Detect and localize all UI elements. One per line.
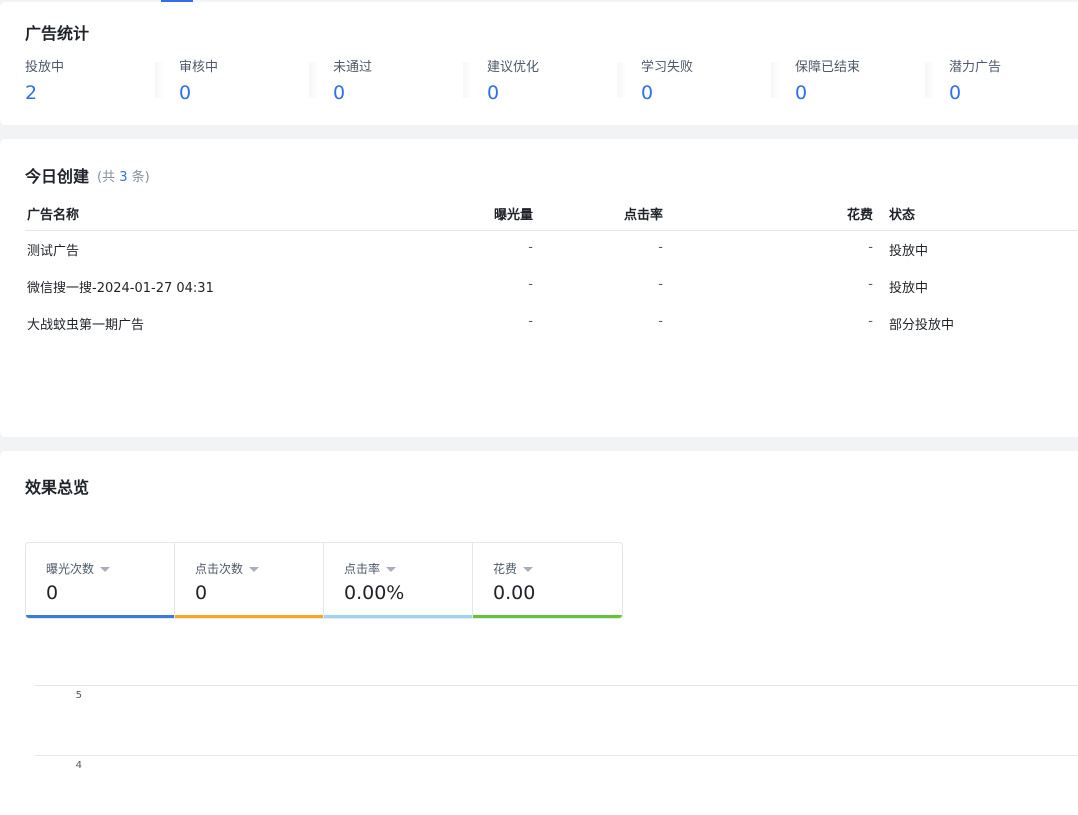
stat-label: 审核中: [179, 60, 219, 75]
table-header: 广告名称 曝光量 点击率 花费 状态: [25, 196, 1078, 231]
stat-label: 学习失败: [641, 60, 694, 75]
today-created-title: 今日创建: [25, 167, 90, 186]
column-header-impressions[interactable]: 曝光量: [465, 204, 533, 223]
caret-down-icon[interactable]: [523, 567, 534, 572]
stat-label: 未通过: [333, 60, 373, 75]
metric-value: 0: [46, 582, 59, 604]
y-tick-label: 4: [75, 760, 82, 771]
cell-status: 投放中: [889, 244, 929, 259]
ad-stats-card: 广告统计 投放中 2 审核中 0 未通过 0 建议优化 0 学习失败 0 保障已…: [0, 2, 1078, 125]
stat-label: 潜力广告: [949, 60, 1002, 75]
metric-value: 0: [195, 582, 208, 604]
stat-value: 0: [949, 82, 962, 104]
column-header-status: 状态: [889, 208, 916, 223]
cell-name[interactable]: 微信搜一搜-2024-01-27 04:31: [27, 277, 214, 296]
metric-value: 0.00: [493, 582, 536, 604]
metric-cost[interactable]: 花费 0.00: [473, 543, 622, 618]
caret-down-icon[interactable]: [249, 567, 260, 572]
metric-color-bar: [473, 615, 622, 618]
column-header-cost[interactable]: 花费: [805, 204, 873, 223]
metric-label: 点击次数: [195, 562, 244, 576]
cell-name[interactable]: 大战蚊虫第一期广告: [27, 314, 144, 333]
chart-gridline: [35, 685, 1078, 686]
today-created-card: 今日创建 (共 3 条) 广告名称 曝光量 点击率 花费 状态 测试广告 - -…: [0, 139, 1078, 437]
table-row[interactable]: 大战蚊虫第一期广告 - - - 部分投放中: [25, 305, 1078, 341]
stat-divider: [463, 62, 473, 98]
stat-value: 0: [487, 82, 500, 104]
metric-color-bar: [175, 615, 323, 618]
metric-selector[interactable]: 点击次数: [195, 560, 260, 577]
cell-cost: -: [868, 314, 873, 329]
cell-impressions: -: [528, 277, 533, 292]
chart-gridline: [35, 755, 1078, 756]
cell-impressions: -: [528, 314, 533, 329]
count-prefix: (共: [97, 170, 120, 185]
caret-down-icon[interactable]: [386, 567, 397, 572]
stat-label: 保障已结束: [795, 60, 861, 75]
stat-value: 0: [795, 82, 808, 104]
metric-selector[interactable]: 曝光次数: [46, 560, 111, 577]
cell-ctr: -: [658, 277, 663, 292]
metric-tabs: 曝光次数 0 点击次数 0 点击率 0.00% 花费 0.00: [25, 542, 623, 619]
metric-selector[interactable]: 点击率: [344, 560, 397, 577]
stat-value: 0: [179, 82, 192, 104]
table-row[interactable]: 微信搜一搜-2024-01-27 04:31 - - - 投放中: [25, 268, 1078, 304]
stat-divider: [925, 62, 935, 98]
column-header-ctr[interactable]: 点击率: [595, 204, 663, 223]
stat-label: 投放中: [25, 60, 65, 75]
count-suffix: 条): [127, 170, 150, 185]
stat-divider: [309, 62, 319, 98]
y-tick-label: 5: [75, 690, 82, 701]
stat-label: 建议优化: [487, 60, 540, 75]
count-number: 3: [119, 170, 128, 185]
stat-value: 2: [25, 82, 38, 104]
cell-ctr: -: [658, 314, 663, 329]
cell-cost: -: [868, 240, 873, 255]
cell-ctr: -: [658, 240, 663, 255]
performance-overview-title: 效果总览: [25, 478, 90, 497]
cell-status: 部分投放中: [889, 318, 955, 333]
column-header-name: 广告名称: [27, 208, 80, 223]
caret-down-icon[interactable]: [100, 567, 111, 572]
metric-impressions[interactable]: 曝光次数 0: [26, 543, 175, 618]
stat-divider: [617, 62, 627, 98]
ad-stats-title: 广告统计: [25, 24, 90, 43]
metric-label: 曝光次数: [46, 562, 95, 576]
stat-divider: [155, 62, 165, 98]
metric-color-bar: [26, 615, 174, 618]
ad-stats-row: 投放中 2 审核中 0 未通过 0 建议优化 0 学习失败 0 保障已结束 0: [25, 56, 1078, 104]
metric-label: 花费: [493, 562, 518, 576]
metric-selector[interactable]: 花费: [493, 560, 534, 577]
metric-ctr[interactable]: 点击率 0.00%: [324, 543, 473, 618]
stat-value: 0: [641, 82, 654, 104]
metric-color-bar: [324, 615, 472, 618]
stat-value: 0: [333, 82, 346, 104]
cell-status: 投放中: [889, 281, 929, 296]
trend-chart: 5 4: [0, 666, 1078, 815]
cell-cost: -: [868, 277, 873, 292]
metric-label: 点击率: [344, 562, 381, 576]
metric-clicks[interactable]: 点击次数 0: [175, 543, 324, 618]
stat-divider: [771, 62, 781, 98]
table-row[interactable]: 测试广告 - - - 投放中: [25, 231, 1078, 267]
performance-overview-card: 效果总览 曝光次数 0 点击次数 0 点击率 0.00% 花费 0.00 5 4: [0, 451, 1078, 815]
today-created-count: (共 3 条): [97, 166, 150, 185]
cell-name[interactable]: 测试广告: [27, 240, 79, 259]
metric-value: 0.00%: [344, 582, 405, 604]
stat-potential-ads[interactable]: 潜力广告 0: [925, 56, 1078, 104]
cell-impressions: -: [528, 240, 533, 255]
